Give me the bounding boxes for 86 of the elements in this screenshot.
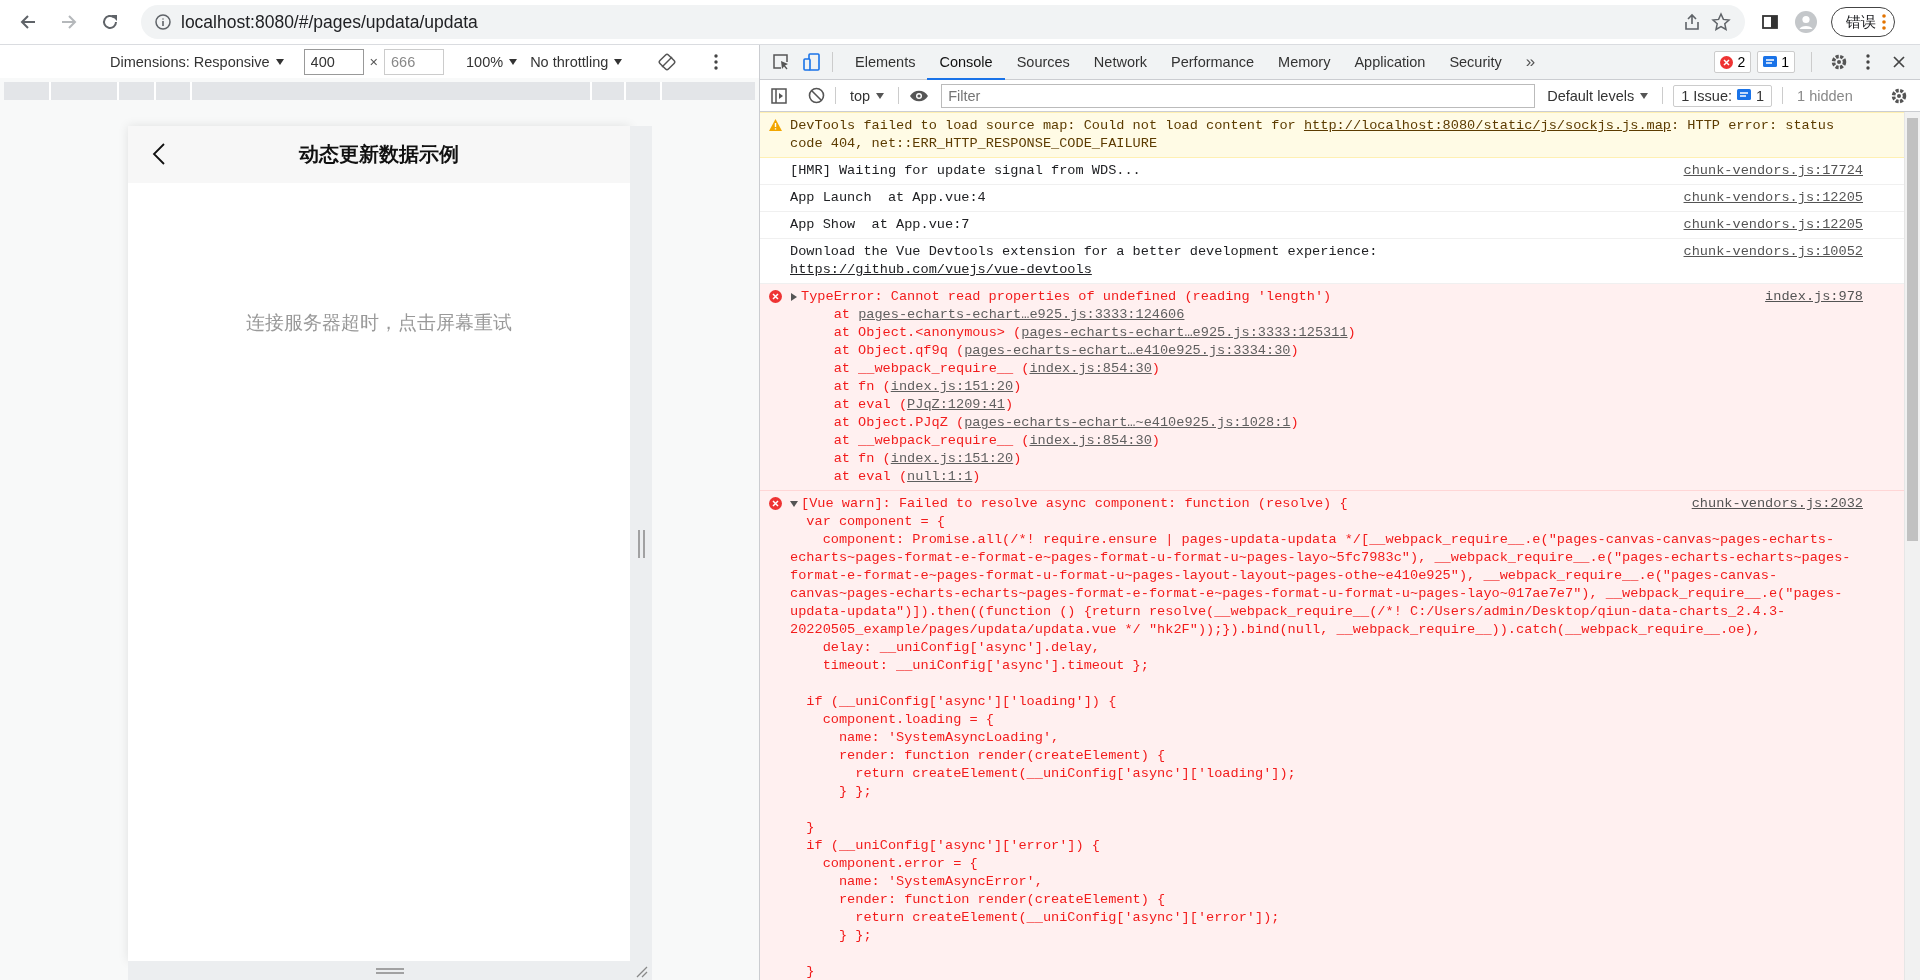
caret-icon (876, 92, 885, 99)
resize-corner-icon[interactable] (634, 964, 648, 978)
caret-icon (275, 58, 284, 65)
link[interactable]: pages-echarts-echart…e925.js:3333:124606 (858, 307, 1185, 322)
link[interactable]: pages-echarts-echart…e410e925.js:3334:30 (964, 343, 1291, 358)
issues-button[interactable]: 1 Issue: 1 (1673, 84, 1773, 107)
zoom-dropdown[interactable]: 100% (466, 53, 518, 70)
expand-arrow-icon[interactable] (790, 293, 798, 301)
message-icon (1763, 55, 1778, 69)
source-link[interactable]: chunk-vendors.js:2032 (1691, 495, 1863, 513)
close-icon[interactable] (1892, 55, 1906, 69)
link[interactable]: pages-echarts-echart…e925.js:3333:125311 (1021, 325, 1348, 340)
console-message: TypeError: Cannot read properties of undefined (reading 'length') at pages-echarts-echart…e925.js:3333:124606 at Object.<anonymous> (pages-echarts-echart…e925.js:3333:125311) at Object.qf9q (pages-echarts-echart…e410e925.js:3334:30) at __webpack_require__ (index.js:854:30) at fn (index.js:151:20) at eval (PJqZ:1209:41) at Object.PJqZ (pages-echarts-echart…~e410e925.js:1028:1) at __webpack_require__ (index.js:854:30) at fn (index.js:151:20) at eval (null:1:1) (801, 288, 1357, 486)
link[interactable]: index.js:151:20 (890, 379, 1014, 394)
clear-icon[interactable] (808, 87, 825, 104)
panel-tab[interactable]: Elements (843, 45, 928, 80)
link[interactable]: index.js:151:20 (890, 451, 1014, 466)
console-message: [HMR] Waiting for update signal from WDS... (790, 162, 1142, 180)
profile-button[interactable]: 错误 (1831, 7, 1895, 37)
source-link[interactable]: chunk-vendors.js:12205 (1683, 189, 1863, 207)
source-link[interactable]: index.js:978 (1765, 288, 1863, 306)
message-count-badge[interactable]: 1 (1757, 51, 1795, 73)
back-icon[interactable] (152, 142, 166, 166)
rotate-icon[interactable] (658, 52, 677, 71)
error-count-badge[interactable]: 2 (1714, 51, 1752, 73)
sidebar-icon[interactable] (770, 86, 788, 105)
scrollbar[interactable] (1904, 112, 1920, 980)
log-levels-dropdown[interactable]: Default levels (1543, 87, 1653, 104)
panel-tab[interactable]: Network (1081, 45, 1160, 80)
throttling-dropdown[interactable]: No throttling (530, 53, 623, 70)
link[interactable]: null:1:1 (907, 469, 973, 484)
context-dropdown[interactable]: top (846, 87, 889, 104)
hidden-count: 1 hidden (1797, 87, 1853, 104)
warning-icon (768, 119, 782, 131)
panel-tab[interactable]: Memory (1266, 45, 1343, 80)
more-icon[interactable] (714, 53, 719, 70)
source-link[interactable]: chunk-vendors.js:12205 (1683, 216, 1863, 234)
eye-icon[interactable] (909, 88, 930, 103)
expand-arrow-icon[interactable] (790, 500, 798, 508)
error-icon (768, 497, 782, 510)
source-code-text: var component = { component: Promise.all(/*! require.ensure | pages-updata-updata */[__webpack_require__.e("pages-canvas-canvas~pages-echarts- echarts~pages-format-e-format-e~pages-format-u-format-u~pages-layo~5fc7983c"), __webpack_require__.e("pages-echarts-echarts~pages- format-e-format-e~pages-format-u-format-u~pages-layout-layout~pages-othe~e410e925"), __webpack_require__.e("pages-canvas- canvas~pages-echarts-echarts~pages-format-e-format-e~pages-format-u-format-u~pages-layo~017ae7e7"), __webpack_require__.e("pages- updata-updata")]).then((function () {return resolve(__webpack_require__(/*! C:/Users/admin/Desktop/qiun-data-charts_2.4.3- 20220505_example/pages/updata/updata.vue */ "hk2F"));}).bind(null, __webpack_require__)).catch(__webpack_require__.oe), delay: __uniConfig['async'].delay, timeout: __uniConfig['async'].timeout }; if (__uniConfig['async']['loading']) { component.loading = { name: 'SystemAsyncLoading', render: function render(createElement) { return createElement(__uniConfig['async']['loading']); } }; } if (__uniConfig['async']['error']) { component.error = { name: 'SystemAsyncError', render: function render(createElement) { return createElement(__uniConfig['async']['error']); } }; } (790, 513, 1852, 980)
dimensions-dropdown[interactable]: Dimensions: Responsive (110, 53, 284, 70)
console-message: Download the Vue Devtools extension for a better development experience: https://github.com/vuejs/vue-devtools (790, 243, 1379, 279)
share-icon[interactable] (1683, 13, 1701, 31)
link[interactable]: PJqZ:1209:41 (907, 397, 1005, 412)
error-icon (1720, 55, 1734, 69)
settings-icon[interactable] (1830, 53, 1848, 71)
link[interactable]: https://github.com/vuejs/vue-devtools (790, 262, 1092, 277)
source-link[interactable]: chunk-vendors.js:10052 (1683, 243, 1863, 261)
side-panel-icon[interactable] (1761, 13, 1779, 31)
address-bar[interactable]: localhost:8080/#/pages/updata/updata (141, 5, 1745, 39)
link[interactable]: index.js:854:30 (1029, 433, 1152, 448)
more-icon[interactable] (1866, 54, 1870, 70)
page-title: 动态更新数据示例 (299, 142, 459, 168)
panel-tab[interactable]: Security (1437, 45, 1514, 80)
info-icon[interactable] (155, 14, 171, 30)
more-tabs-button[interactable]: » (1513, 45, 1548, 79)
width-input[interactable]: 400 (303, 48, 364, 75)
console-message: App Launch at App.vue:4 (790, 189, 987, 207)
settings-icon[interactable] (1890, 86, 1908, 105)
caret-icon (509, 58, 518, 65)
link[interactable]: pages-echarts-echart…~e410e925.js:1028:1 (964, 415, 1291, 430)
dots-icon (1882, 14, 1886, 30)
times-sign: × (369, 53, 379, 70)
inspect-icon[interactable] (772, 53, 790, 71)
device-toolbar-icon[interactable] (802, 52, 822, 72)
message-icon (1737, 89, 1751, 102)
panel-tab[interactable]: Performance (1159, 45, 1267, 80)
source-link[interactable]: chunk-vendors.js:17724 (1683, 162, 1863, 180)
error-icon (768, 290, 782, 303)
star-icon[interactable] (1711, 12, 1731, 32)
panel-tab[interactable]: Sources (1004, 45, 1082, 80)
console-message: App Show at App.vue:7 (790, 216, 971, 234)
link[interactable]: index.js:854:30 (1029, 361, 1152, 376)
panel-tab[interactable]: Application (1342, 45, 1438, 80)
console-message: [Vue warn]: Failed to resolve async component: function (resolve) { (801, 495, 1349, 513)
filter-input[interactable]: Filter (941, 83, 1536, 108)
panel-tab[interactable]: Console (927, 45, 1005, 80)
caret-icon (1640, 92, 1649, 99)
reload-icon[interactable] (100, 12, 120, 32)
link[interactable]: http://localhost:8080/static/js/sockjs.js.map (1303, 118, 1672, 133)
resize-handle-icon[interactable] (637, 529, 645, 558)
console-message: DevTools failed to load source map: Could not load content for http://localhost:8080/static/js/sockjs.js.map: HTTP error: status code 404, net::ERR_HTTP_RESPONSE_CODE_FAILURE (790, 117, 1836, 153)
caret-icon (614, 58, 623, 65)
resize-handle-icon[interactable] (376, 967, 404, 974)
height-input[interactable]: 666 (384, 48, 445, 75)
